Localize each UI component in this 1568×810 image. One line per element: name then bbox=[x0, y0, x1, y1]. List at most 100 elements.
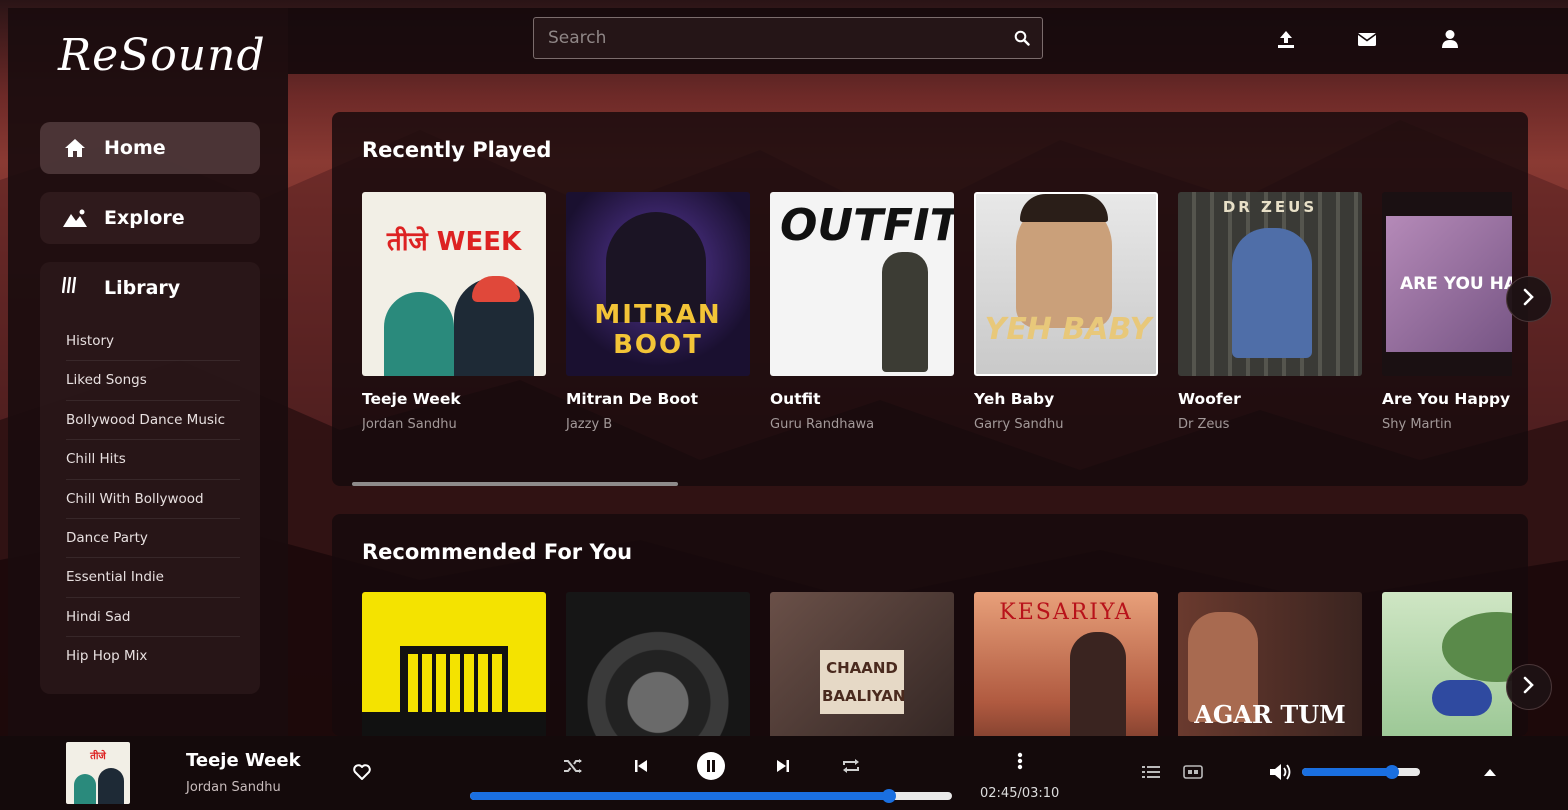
scrollbar-thumb[interactable] bbox=[352, 482, 678, 486]
playlist-item[interactable]: Hip Hop Mix bbox=[66, 637, 240, 676]
album-art: CHAAND BAALIYAN bbox=[770, 592, 954, 736]
playlist-item[interactable]: Chill With Bollywood bbox=[66, 480, 240, 519]
app-logo[interactable]: ReSound bbox=[58, 30, 266, 81]
sidebar-item-explore[interactable]: Explore bbox=[40, 192, 260, 244]
progress-bar[interactable] bbox=[470, 789, 952, 803]
art-text: AGAR TUM bbox=[1194, 700, 1346, 729]
playlist-item[interactable]: Hindi Sad bbox=[66, 598, 240, 638]
song-card[interactable]: YEH BABY Yeh Baby Garry Sandhu bbox=[974, 192, 1158, 432]
playlist-item[interactable]: Liked Songs bbox=[66, 361, 240, 401]
recommended-panel: Recommended For You CHAAND BAALIYAN KESA… bbox=[332, 514, 1528, 736]
song-card[interactable] bbox=[362, 592, 546, 736]
playlist-item[interactable]: Essential Indie bbox=[66, 558, 240, 598]
song-card[interactable]: KESARIYA bbox=[974, 592, 1158, 736]
sidebar-item-label: Explore bbox=[104, 207, 185, 229]
progress-knob[interactable] bbox=[882, 789, 897, 803]
player-bar: तीजे Teeje Week Jordan Sandhu 02:45/03:1… bbox=[0, 736, 1568, 810]
art-text: तीजे WEEK bbox=[386, 227, 522, 257]
captions-icon[interactable] bbox=[1182, 762, 1204, 782]
shuffle-icon[interactable] bbox=[562, 756, 584, 776]
album-art: DR ZEUS bbox=[1178, 192, 1362, 376]
song-artist: Jordan Sandhu bbox=[362, 417, 457, 432]
playlist-item[interactable]: History bbox=[66, 322, 240, 362]
more-options-icon[interactable] bbox=[1012, 750, 1028, 772]
playlist-item[interactable]: Dance Party bbox=[66, 519, 240, 559]
expand-up-icon[interactable] bbox=[1480, 762, 1500, 782]
pause-icon bbox=[706, 757, 716, 776]
art-text: DR ZEUS bbox=[1222, 198, 1318, 216]
song-card[interactable]: DR ZEUS Woofer Dr Zeus bbox=[1178, 192, 1362, 432]
song-title: Teeje Week bbox=[362, 390, 461, 408]
mail-icon[interactable] bbox=[1356, 28, 1378, 50]
sidebar: ReSound Home Explore Library History Lik… bbox=[8, 8, 288, 736]
progress-fill bbox=[470, 792, 890, 800]
now-playing-artist: Jordan Sandhu bbox=[186, 780, 281, 795]
song-card[interactable] bbox=[566, 592, 750, 736]
song-title: Yeh Baby bbox=[974, 390, 1055, 408]
recommended-row: CHAAND BAALIYAN KESARIYA AGAR TUM bbox=[362, 592, 1512, 736]
recently-played-row: तीजे WEEK Teeje Week Jordan Sandhu MITRA… bbox=[362, 192, 1512, 452]
song-title: Outfit bbox=[770, 390, 821, 408]
album-art: ARE YOU HA bbox=[1382, 192, 1512, 376]
song-card[interactable]: AGAR TUM bbox=[1178, 592, 1362, 736]
song-artist: Jazzy B bbox=[566, 417, 613, 432]
song-artist: Guru Randhawa bbox=[770, 417, 875, 432]
art-text: ARE YOU HA bbox=[1400, 274, 1512, 294]
song-card[interactable]: तीजे WEEK Teeje Week Jordan Sandhu bbox=[362, 192, 546, 432]
playlist-item[interactable]: Bollywood Dance Music bbox=[66, 401, 240, 441]
repeat-icon[interactable] bbox=[840, 756, 862, 776]
previous-icon[interactable] bbox=[630, 756, 652, 776]
album-art: OUTFIT bbox=[770, 192, 954, 376]
scroll-right-button[interactable] bbox=[1506, 664, 1552, 710]
sidebar-item-library[interactable]: Library bbox=[61, 276, 181, 299]
now-playing-title: Teeje Week bbox=[186, 750, 301, 771]
volume-icon[interactable] bbox=[1268, 762, 1294, 782]
song-artist: Shy Martin bbox=[1382, 417, 1452, 432]
album-art: KESARIYA bbox=[974, 592, 1158, 736]
playback-time: 02:45/03:10 bbox=[980, 786, 1060, 801]
song-card[interactable]: ARE YOU HA Are You Happy Shy Martin bbox=[1382, 192, 1512, 432]
sidebar-item-home[interactable]: Home bbox=[40, 122, 260, 174]
song-card[interactable]: MITRAN BOOT Mitran De Boot Jazzy B bbox=[566, 192, 750, 432]
heart-icon[interactable] bbox=[352, 762, 372, 782]
sidebar-item-label: Library bbox=[104, 276, 181, 299]
art-text: KESARIYA bbox=[999, 600, 1133, 625]
section-title: Recently Played bbox=[362, 138, 552, 162]
queue-icon[interactable] bbox=[1140, 762, 1162, 782]
album-art: तीजे WEEK bbox=[362, 192, 546, 376]
volume-slider[interactable] bbox=[1302, 765, 1420, 779]
playlist-item[interactable]: Chill Hits bbox=[66, 440, 240, 480]
chevron-right-icon bbox=[1523, 288, 1535, 310]
playlist-list: History Liked Songs Bollywood Dance Musi… bbox=[66, 322, 240, 677]
horizontal-scrollbar[interactable] bbox=[352, 482, 1502, 486]
upload-icon[interactable] bbox=[1275, 28, 1297, 50]
search-box bbox=[533, 17, 1043, 59]
now-playing-art[interactable]: तीजे bbox=[66, 742, 130, 804]
home-icon bbox=[62, 138, 88, 158]
album-art: AGAR TUM bbox=[1178, 592, 1362, 736]
volume-fill bbox=[1302, 768, 1392, 776]
sidebar-item-label: Home bbox=[104, 137, 166, 159]
top-bar bbox=[288, 8, 1568, 74]
pause-button[interactable] bbox=[697, 752, 725, 780]
song-artist: Garry Sandhu bbox=[974, 417, 1064, 432]
volume-knob[interactable] bbox=[1384, 765, 1399, 779]
song-card[interactable]: CHAAND BAALIYAN bbox=[770, 592, 954, 736]
library-section: Library History Liked Songs Bollywood Da… bbox=[40, 262, 260, 694]
scroll-right-button[interactable] bbox=[1506, 276, 1552, 322]
album-art: MITRAN BOOT bbox=[566, 192, 750, 376]
song-title: Woofer bbox=[1178, 390, 1241, 408]
chevron-right-icon bbox=[1523, 676, 1535, 698]
library-icon bbox=[61, 276, 88, 299]
song-card[interactable] bbox=[1382, 592, 1512, 736]
search-icon[interactable] bbox=[1002, 30, 1042, 46]
next-icon[interactable] bbox=[772, 756, 794, 776]
song-card[interactable]: OUTFIT Outfit Guru Randhawa bbox=[770, 192, 954, 432]
art-text: OUTFIT bbox=[780, 200, 954, 251]
album-art bbox=[566, 592, 750, 736]
recently-played-panel: Recently Played तीजे WEEK Teeje Week Jor… bbox=[332, 112, 1528, 486]
art-text: YEH BABY bbox=[984, 312, 1152, 347]
user-icon[interactable] bbox=[1439, 28, 1461, 50]
song-title: Are You Happy bbox=[1382, 390, 1511, 408]
search-input[interactable] bbox=[534, 28, 1002, 48]
